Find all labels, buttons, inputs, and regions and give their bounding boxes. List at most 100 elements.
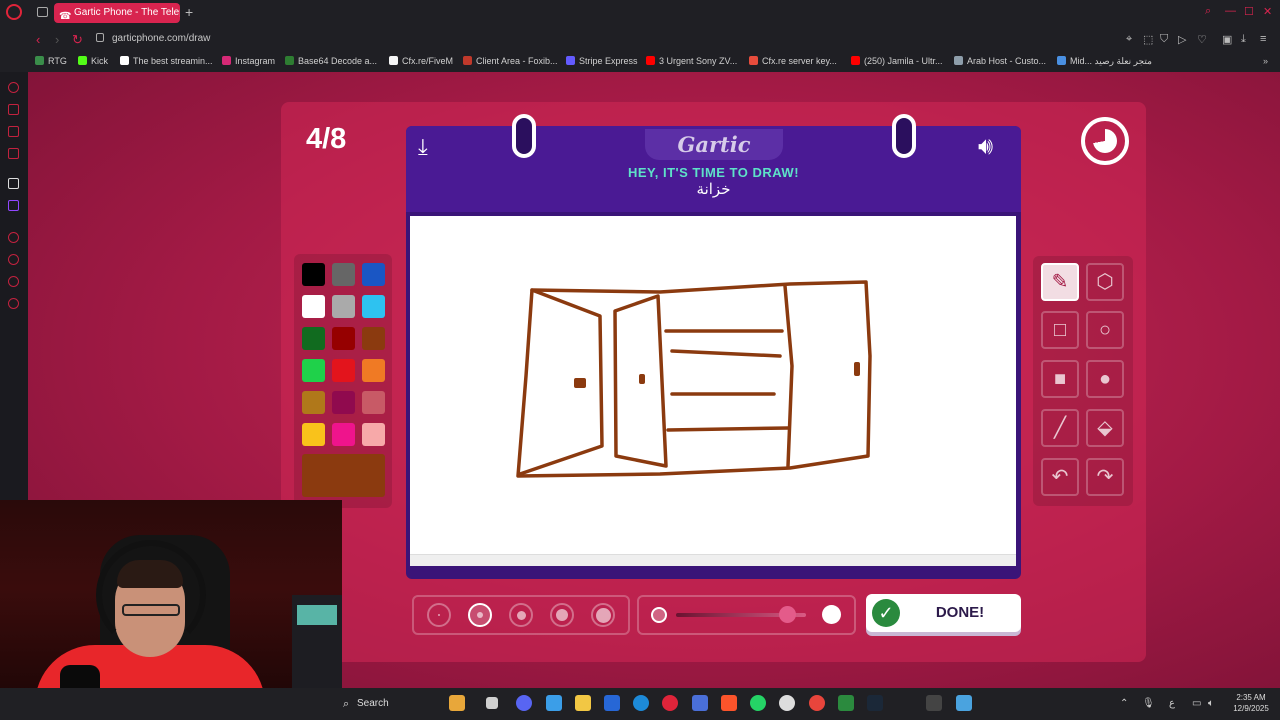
shield-icon[interactable]: ⛉ <box>1160 33 1168 46</box>
color-swatch[interactable] <box>332 263 355 286</box>
chrome-icon[interactable] <box>809 695 825 711</box>
taskbar-search[interactable]: ⌕ Search <box>343 694 443 714</box>
player-icon[interactable]: ▷ <box>1178 33 1186 46</box>
opacity-slider-thumb[interactable] <box>778 606 796 623</box>
search-icon[interactable]: ⌕ <box>1205 5 1211 18</box>
color-swatch[interactable] <box>302 327 325 350</box>
snapshot-icon[interactable]: ⬚ <box>1143 33 1153 46</box>
done-button[interactable]: ✓ DONE! <box>866 594 1021 632</box>
sidebar-settings-icon[interactable] <box>8 298 19 309</box>
brush-size-button[interactable] <box>468 603 492 627</box>
terminal-icon[interactable] <box>926 695 942 711</box>
input-language[interactable]: ع <box>1169 698 1175 709</box>
discord-icon[interactable] <box>516 695 532 711</box>
color-swatch[interactable] <box>362 295 385 318</box>
color-swatch[interactable] <box>302 295 325 318</box>
fill-bucket-tool[interactable]: ⬙ <box>1086 409 1124 447</box>
circle-fill-tool[interactable]: ● <box>1086 360 1124 398</box>
circle-outline-tool[interactable]: ○ <box>1086 311 1124 349</box>
bookmark-item[interactable]: Arab Host - Custo... <box>954 56 1046 66</box>
sidebar-kick-icon[interactable] <box>8 178 19 189</box>
bookmark-item[interactable]: (250) Jamila - Ultr... <box>851 56 943 66</box>
color-swatch[interactable] <box>362 423 385 446</box>
bookmark-item[interactable]: Instagram <box>222 56 275 66</box>
bookmark-item[interactable]: 3 Urgent Sony ZV... <box>646 56 737 66</box>
sidebar-extensions-icon[interactable] <box>8 276 19 287</box>
color-swatch[interactable] <box>332 391 355 414</box>
copilot-icon[interactable] <box>546 695 562 711</box>
close-icon[interactable]: ✕ <box>1263 5 1272 18</box>
network-icon[interactable]: ▭ <box>1192 698 1201 709</box>
sidebar-instagram-icon[interactable] <box>8 126 19 137</box>
opera-logo-icon[interactable] <box>6 4 22 20</box>
bookmarks-more-icon[interactable]: » <box>1263 56 1268 66</box>
line-tool[interactable]: ╱ <box>1041 409 1079 447</box>
bookmark-item[interactable]: Client Area - Foxib... <box>463 56 558 66</box>
sidebar-twitch-icon[interactable] <box>8 200 19 211</box>
tray-overflow-icon[interactable]: ⌃ <box>1120 698 1128 709</box>
bookmark-item[interactable]: RTG <box>35 56 67 66</box>
whatsapp-icon[interactable] <box>750 695 766 711</box>
bookmark-item[interactable]: Stripe Express <box>566 56 638 66</box>
color-swatch[interactable] <box>362 327 385 350</box>
bookmark-item[interactable]: Cfx.re/FiveM <box>389 56 453 66</box>
color-swatch[interactable] <box>302 423 325 446</box>
brush-size-button[interactable] <box>427 603 451 627</box>
taskbar-clock[interactable]: 2:35 AM 12/9/2025 <box>1226 692 1276 714</box>
menu-icon[interactable]: ≡ <box>1260 33 1266 45</box>
color-swatch[interactable] <box>362 391 385 414</box>
redo-tool[interactable]: ↷ <box>1086 458 1124 496</box>
sidebar-clock-icon[interactable] <box>8 254 19 265</box>
minimize-icon[interactable]: — <box>1225 5 1236 17</box>
reload-icon[interactable]: ↻ <box>72 32 83 48</box>
volume-icon[interactable]: 🔊︎ <box>978 133 993 161</box>
url-field[interactable]: garticphone.com/draw <box>112 33 210 44</box>
eraser-tool[interactable]: ⬡ <box>1086 263 1124 301</box>
heart-icon[interactable]: ♡ <box>1197 33 1207 46</box>
color-swatch[interactable] <box>362 359 385 382</box>
color-swatch[interactable] <box>332 295 355 318</box>
pin-icon[interactable]: ⌖ <box>1126 33 1132 46</box>
download-icon[interactable]: ⤓ <box>418 134 428 160</box>
sidebar-twitter-icon[interactable] <box>8 148 19 159</box>
undo-tool[interactable]: ↶ <box>1041 458 1079 496</box>
sidebar-messenger-icon[interactable] <box>8 104 19 115</box>
wallet-icon[interactable]: ▣ <box>1222 33 1232 46</box>
brush-size-button[interactable] <box>550 603 574 627</box>
browser-tab-gartic[interactable]: ☎ Gartic Phone - The Teleph <box>54 3 180 23</box>
download-icon[interactable]: ⤓ <box>1241 33 1246 46</box>
color-swatch[interactable] <box>302 263 325 286</box>
app-icon[interactable] <box>692 695 708 711</box>
bookmark-item[interactable]: The best streamin... <box>120 56 213 66</box>
back-icon[interactable]: ‹ <box>36 32 40 47</box>
steam-icon[interactable] <box>867 695 883 711</box>
brush-size-button[interactable] <box>509 603 533 627</box>
app-icon[interactable] <box>779 695 795 711</box>
sidebar-history-icon[interactable] <box>8 232 19 243</box>
store-icon[interactable] <box>604 695 620 711</box>
color-swatch[interactable] <box>332 359 355 382</box>
new-tab-button[interactable]: + <box>185 4 193 20</box>
color-swatch[interactable] <box>332 327 355 350</box>
bookmark-item[interactable]: Kick <box>78 56 108 66</box>
color-swatch[interactable] <box>302 391 325 414</box>
mic-icon[interactable]: 🎙︎ <box>1142 698 1155 709</box>
color-swatch[interactable] <box>332 423 355 446</box>
app-icon[interactable] <box>838 695 854 711</box>
bookmark-item[interactable]: Cfx.re server key... <box>749 56 837 66</box>
task-view-icon[interactable] <box>486 697 498 709</box>
app-icon[interactable] <box>956 695 972 711</box>
speaker-icon[interactable]: 🔈︎ <box>1208 698 1214 709</box>
bookmark-item[interactable]: Mid... متجر نعلة رصيد <box>1057 56 1152 67</box>
tab-overview-icon[interactable] <box>37 7 48 17</box>
brave-icon[interactable] <box>721 695 737 711</box>
file-explorer-icon[interactable] <box>575 695 591 711</box>
pencil-tool[interactable]: ✎ <box>1041 263 1079 301</box>
sidebar-aria-icon[interactable] <box>8 82 19 93</box>
bookmark-item[interactable]: Base64 Decode a... <box>285 56 377 66</box>
widgets-icon[interactable] <box>449 695 465 711</box>
maximize-icon[interactable]: ☐ <box>1244 5 1254 18</box>
rectangle-fill-tool[interactable]: ■ <box>1041 360 1079 398</box>
forward-icon[interactable]: › <box>55 32 59 47</box>
brush-size-button[interactable] <box>591 603 615 627</box>
